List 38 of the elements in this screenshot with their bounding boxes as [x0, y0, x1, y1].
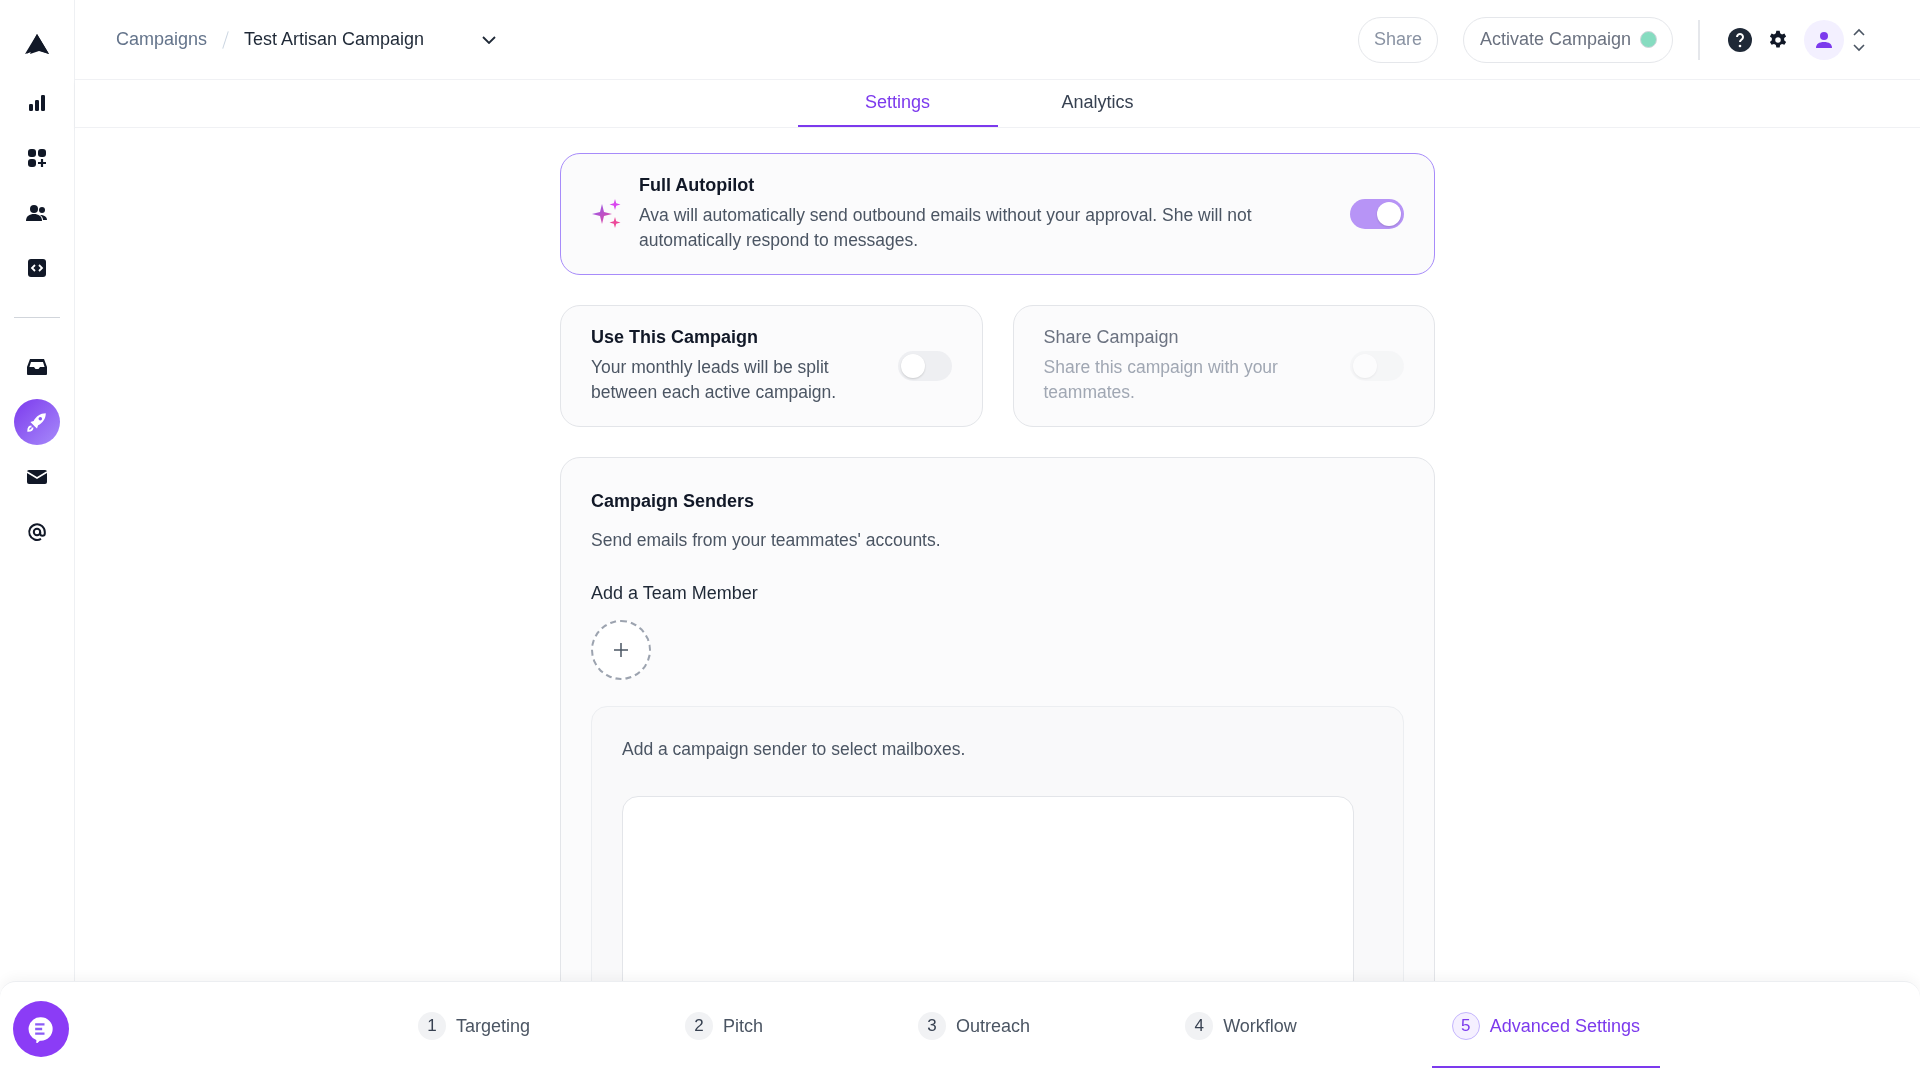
mailbox-hint: Add a campaign sender to select mailboxes.: [622, 739, 967, 760]
tab[interactable]: Analytics: [997, 80, 1198, 127]
card-title: Full Autopilot: [639, 175, 756, 196]
help-icon[interactable]: [1728, 27, 1752, 52]
chevron-down-icon[interactable]: [482, 35, 497, 44]
code-icon: [27, 258, 47, 278]
step-tab[interactable]: 1 Targeting: [398, 982, 551, 1068]
activate-campaign-button[interactable]: Activate Campaign: [1462, 16, 1673, 63]
plus-icon: [613, 642, 629, 658]
card-description: Ava will automatically send outbound emails without your approval. She will not automatically respond to messages.: [639, 204, 1253, 252]
user-avatar[interactable]: [1804, 19, 1844, 60]
card-title: Share Campaign: [1043, 327, 1180, 348]
step-tab[interactable]: 5 Advanced Settings: [1431, 982, 1660, 1068]
chat-button[interactable]: [13, 1001, 69, 1057]
chat-icon: [27, 1015, 55, 1043]
card-description: Your monthly leads will be split between each active campaign.: [591, 356, 838, 404]
campaign-name: Test Artisan Campaign: [244, 29, 425, 50]
settings-icon[interactable]: [1768, 29, 1788, 50]
logo-icon[interactable]: [25, 34, 49, 54]
card-title: Use This Campaign: [591, 327, 760, 348]
breadcrumb-link[interactable]: Campaigns: [116, 29, 208, 50]
expand-icon[interactable]: [1852, 27, 1866, 52]
people-icon: [26, 204, 48, 222]
card-description: Share this campaign with your teammates.: [1043, 356, 1279, 404]
rocket-icon: [26, 411, 48, 433]
autopilot-toggle[interactable]: [1350, 199, 1404, 229]
section-subtitle: Send emails from your teammates' accounts.: [591, 529, 942, 552]
mail-icon: [26, 469, 48, 485]
bar-chart-icon: [27, 93, 47, 113]
inbox-icon: [26, 358, 48, 376]
section-title: Campaign Senders: [591, 491, 756, 512]
add-grid-icon: [27, 148, 47, 168]
toggle-switch[interactable]: [897, 351, 952, 381]
step-tab[interactable]: 4 Workflow: [1165, 982, 1317, 1068]
step-tab[interactable]: 3 Outreach: [898, 982, 1051, 1068]
step-tab[interactable]: 2 Pitch: [665, 982, 784, 1068]
add-member-label: Add a Team Member: [591, 583, 759, 604]
at-sign-icon: [27, 522, 47, 542]
